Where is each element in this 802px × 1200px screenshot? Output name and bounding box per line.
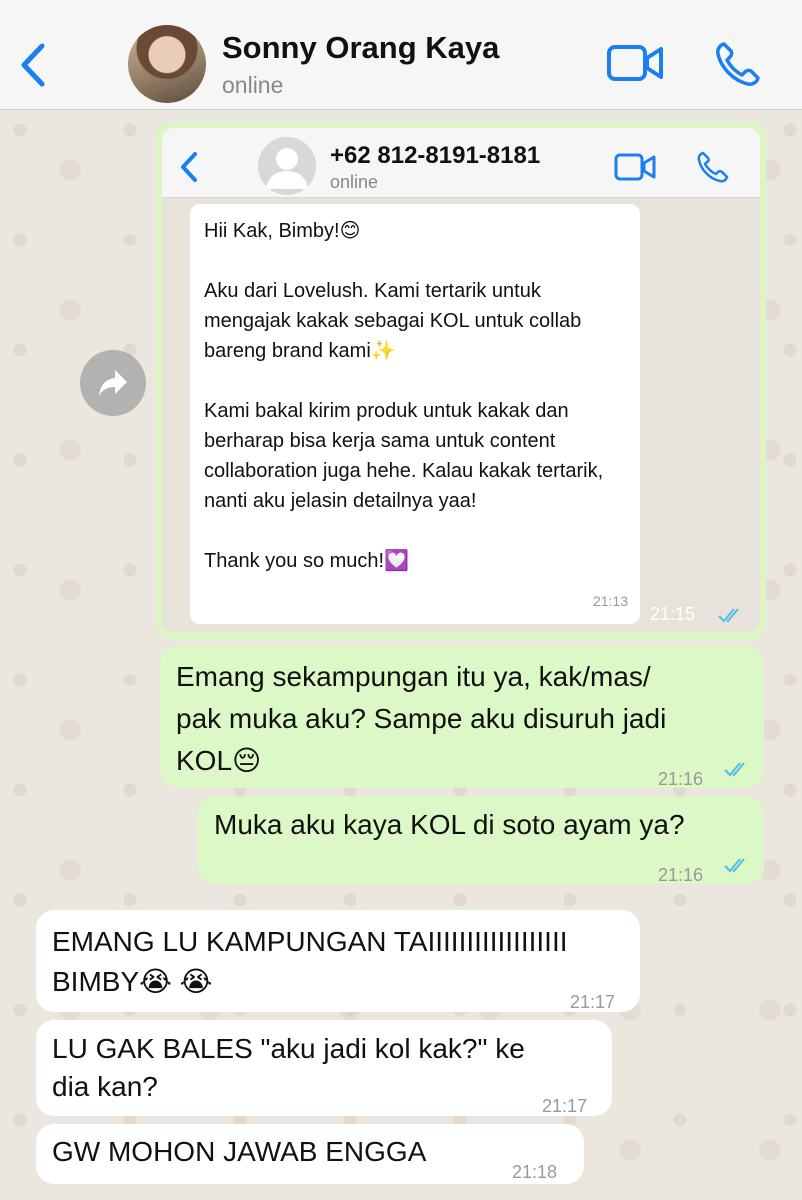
screenshot-phone-icon: [697, 151, 729, 183]
back-chevron-icon[interactable]: [18, 40, 48, 90]
message-time: 21:18: [512, 1162, 558, 1182]
message-time: 21:16: [658, 865, 704, 885]
forwarded-image-bubble[interactable]: +62 812-8191-8181 online Hii Kak, Bimby!…: [156, 122, 766, 640]
read-ticks-icon: [724, 858, 745, 873]
message-text: LU GAK BALES "aku jadi kol kak?" ke dia …: [52, 1033, 525, 1102]
contact-avatar[interactable]: [128, 25, 206, 103]
screenshot-back-icon: [181, 152, 197, 182]
read-ticks-icon: [718, 608, 739, 623]
forwarded-screenshot: +62 812-8191-8181 online Hii Kak, Bimby!…: [162, 128, 760, 632]
message-time: 21:16: [658, 769, 704, 789]
screenshot-message-text: Hii Kak, Bimby!😊 Aku dari Lovelush. Kami…: [204, 220, 604, 572]
incoming-message[interactable]: EMANG LU KAMPUNGAN TAIIIIIIIIIIIIIIIIII …: [36, 910, 640, 1012]
forward-button[interactable]: [80, 350, 146, 416]
phone-icon[interactable]: [714, 40, 762, 88]
forward-arrow-icon: [99, 370, 127, 396]
message-text: EMANG LU KAMPUNGAN TAIIIIIIIIIIIIIIIIII …: [52, 926, 568, 997]
message-time: 21:15: [650, 604, 696, 624]
chat-header: Sonny Orang Kaya online: [0, 0, 802, 110]
message-text: GW MOHON JAWAB ENGGA: [52, 1136, 427, 1167]
screenshot-video-icon: [614, 153, 656, 181]
read-ticks-icon: [724, 762, 745, 777]
video-call-icon[interactable]: [606, 42, 664, 84]
outgoing-message[interactable]: Emang sekampungan itu ya, kak/mas/ pak m…: [160, 646, 764, 789]
incoming-message[interactable]: GW MOHON JAWAB ENGGA 21:18: [36, 1124, 584, 1184]
outgoing-message[interactable]: Muka aku kaya KOL di soto ayam ya? 21:16: [198, 796, 764, 885]
screenshot-header: +62 812-8191-8181 online: [162, 128, 760, 198]
screenshot-avatar-icon: [258, 137, 316, 195]
message-time: 21:17: [570, 992, 616, 1012]
message-text: Muka aku kaya KOL di soto ayam ya?: [214, 809, 685, 840]
screenshot-contact: +62 812-8191-8181: [330, 142, 541, 169]
screenshot-message-time: 21:13: [592, 593, 628, 609]
screenshot-status: online: [330, 172, 379, 192]
message-time: 21:17: [542, 1096, 588, 1116]
incoming-message[interactable]: LU GAK BALES "aku jadi kol kak?" ke dia …: [36, 1020, 612, 1116]
screenshot-message-bubble: Hii Kak, Bimby!😊 Aku dari Lovelush. Kami…: [190, 204, 640, 624]
contact-name[interactable]: Sonny Orang Kaya: [222, 30, 499, 66]
contact-status: online: [222, 72, 284, 98]
